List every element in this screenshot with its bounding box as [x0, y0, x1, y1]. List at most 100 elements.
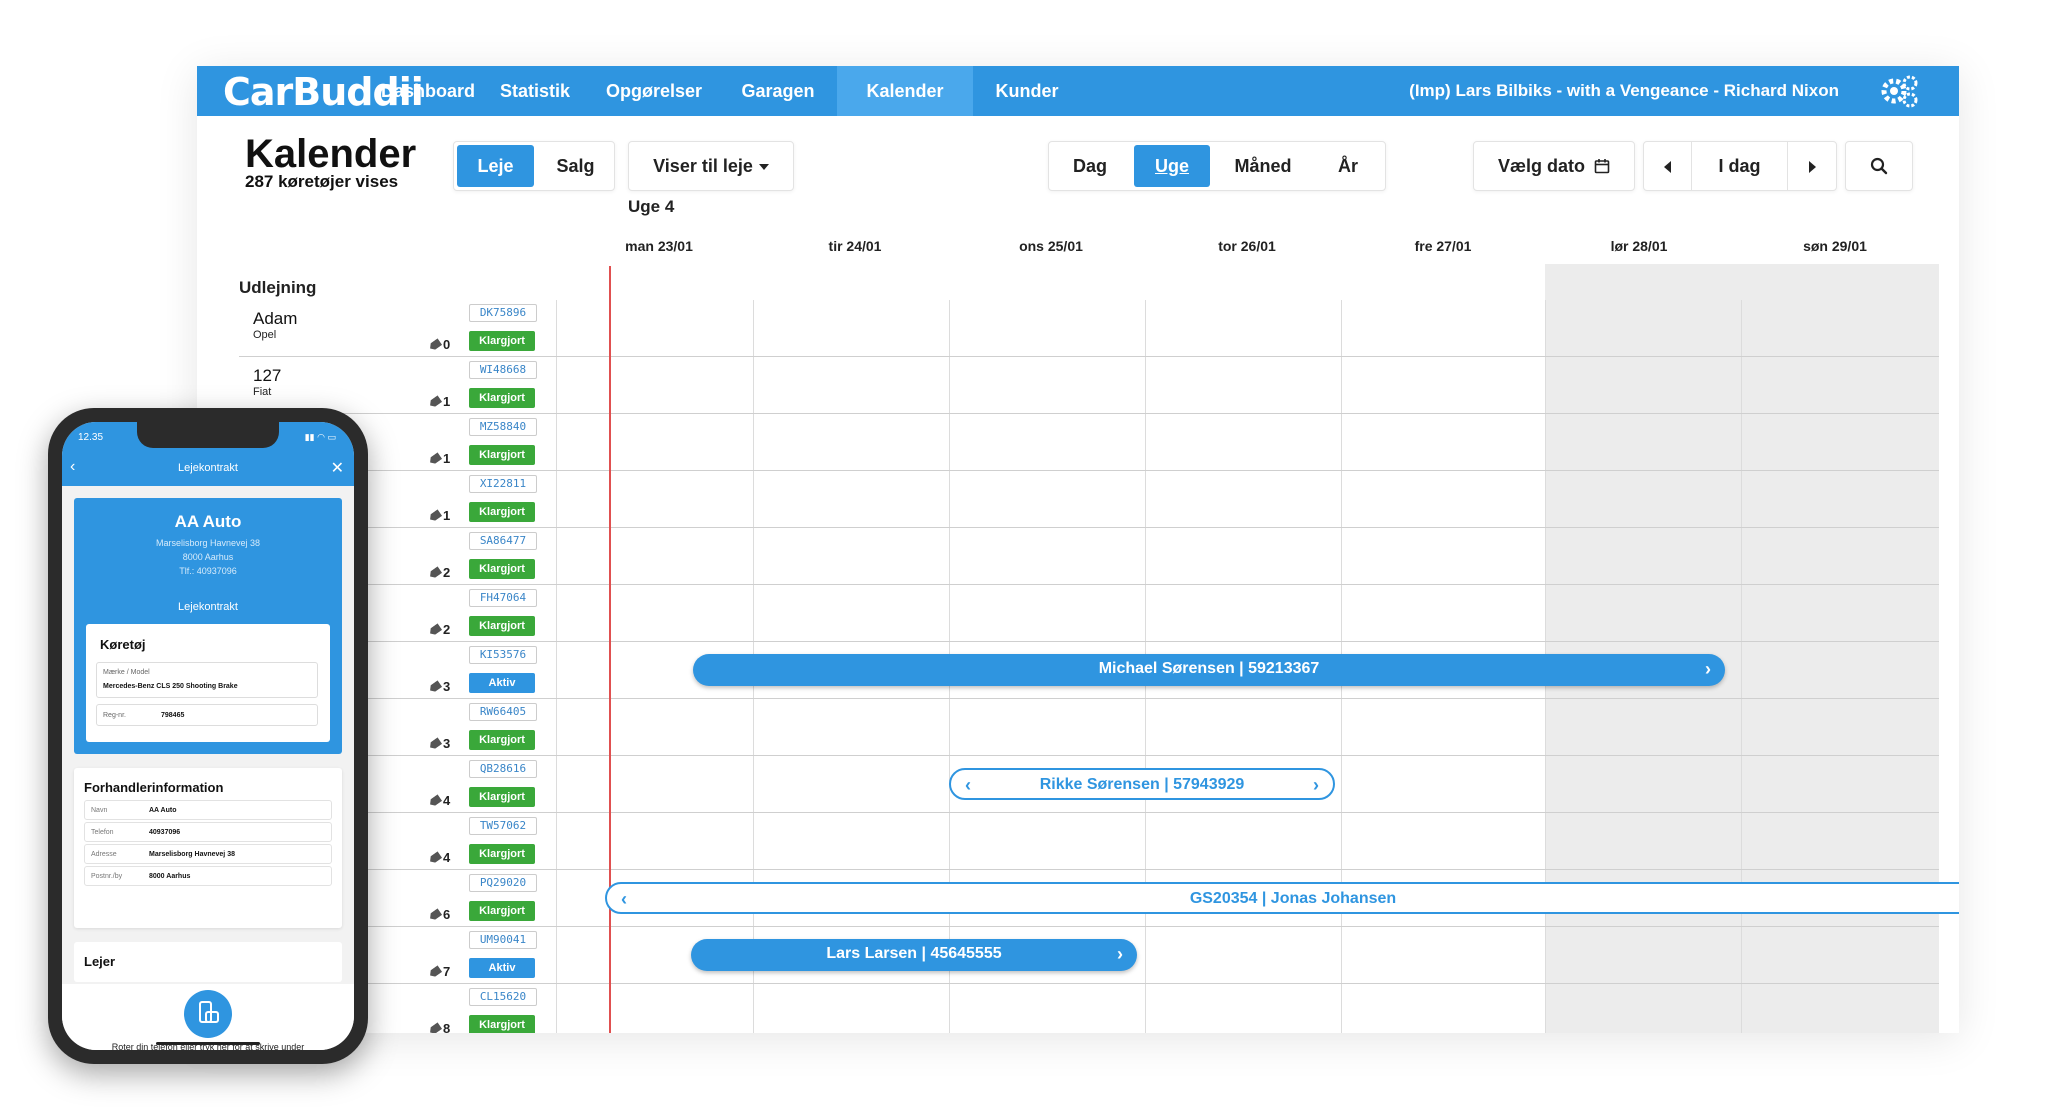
- view-uge-button[interactable]: Uge: [1134, 145, 1210, 187]
- phone-clock: 12.35: [78, 432, 104, 443]
- tenant-card: Lejer: [74, 942, 342, 982]
- pick-date-button[interactable]: Vælg dato: [1473, 141, 1635, 191]
- nav-dashboard[interactable]: Dashboard: [375, 66, 481, 116]
- filter-dropdown[interactable]: Viser til leje: [628, 141, 794, 191]
- search-button[interactable]: [1845, 141, 1913, 191]
- license-plate[interactable]: UM90041: [469, 931, 537, 949]
- status-badge: Klargjort: [469, 388, 535, 408]
- status-badge: Klargjort: [469, 730, 535, 750]
- dealer-info-card: Forhandlerinformation Navn AA Auto Telef…: [74, 768, 342, 928]
- day-header-fri: fre 27/01: [1414, 238, 1472, 254]
- model-value: Mercedes-Benz CLS 250 Shooting Brake: [103, 683, 238, 690]
- tag-icon: [428, 395, 442, 408]
- impersonated-user[interactable]: (Imp) Lars Bilbiks - with a Vengeance - …: [1409, 66, 1839, 116]
- booking-bar[interactable]: Lars Larsen | 45645555 ›: [691, 939, 1137, 971]
- vehicle-row: 2 FH47064 Klargjort: [239, 585, 1939, 642]
- nav-opgorelser[interactable]: Opgørelser: [589, 66, 719, 116]
- chevron-right-icon[interactable]: ›: [1117, 939, 1123, 969]
- chevron-left-icon[interactable]: ‹: [965, 770, 971, 800]
- tag-count-value: 0: [443, 337, 451, 352]
- vehicle-row: 3 RW66405 Klargjort: [239, 699, 1939, 756]
- status-badge: Klargjort: [469, 844, 535, 864]
- status-badge: Klargjort: [469, 445, 535, 465]
- tag-count-value: 8: [443, 1021, 451, 1033]
- status-badge: Klargjort: [469, 901, 535, 921]
- section-label: Udlejning: [239, 278, 317, 297]
- tag-count-value: 3: [443, 736, 451, 751]
- tag-icon: [428, 1022, 442, 1033]
- info-row: Navn AA Auto: [84, 800, 332, 820]
- tag-count-value: 2: [443, 565, 451, 580]
- booking-bar[interactable]: ‹ Rikke Sørensen | 57943929 ›: [949, 768, 1335, 800]
- license-plate[interactable]: FH47064: [469, 589, 537, 607]
- reg-label: Reg-nr.: [103, 712, 126, 719]
- license-plate[interactable]: TW57062: [469, 817, 537, 835]
- tag-count: 1: [429, 508, 450, 523]
- tag-count: 6: [429, 907, 450, 922]
- week-label: Uge 4: [628, 197, 675, 216]
- tag-icon: [428, 452, 442, 465]
- booking-bar[interactable]: Michael Sørensen | 59213367 ›: [693, 654, 1725, 686]
- vehicle-name[interactable]: 127: [253, 366, 281, 386]
- tag-count: 8: [429, 1021, 450, 1033]
- mode-leje-button[interactable]: Leje: [457, 145, 534, 187]
- nav-kalender[interactable]: Kalender: [837, 66, 973, 116]
- status-badge: Klargjort: [469, 787, 535, 807]
- vehicle-row: 127 Fiat 1 WI48668 Klargjort: [239, 357, 1939, 414]
- nav-kunder[interactable]: Kunder: [977, 66, 1077, 116]
- today-button[interactable]: I dag: [1692, 142, 1788, 190]
- rotate-phone-button[interactable]: [184, 990, 232, 1038]
- license-plate[interactable]: DK75896: [469, 304, 537, 322]
- status-badge: Klargjort: [469, 502, 535, 522]
- view-aar-button[interactable]: År: [1313, 142, 1383, 190]
- filter-dropdown-button[interactable]: Viser til leje: [629, 142, 793, 190]
- prev-week-button[interactable]: [1644, 142, 1692, 190]
- chevron-right-icon[interactable]: ›: [1313, 770, 1319, 800]
- view-dag-button[interactable]: Dag: [1049, 142, 1131, 190]
- booking-bar[interactable]: ‹GS20354 | Jonas Johansen›: [605, 882, 1959, 914]
- next-week-button[interactable]: [1788, 142, 1836, 190]
- license-plate[interactable]: SA86477: [469, 532, 537, 550]
- tag-count-value: 4: [443, 850, 451, 865]
- chevron-right-icon[interactable]: ›: [1705, 654, 1711, 684]
- pick-date-inner[interactable]: Vælg dato: [1474, 142, 1634, 190]
- info-value: 40937096: [149, 829, 181, 836]
- license-plate[interactable]: PQ29020: [469, 874, 537, 892]
- tag-count-value: 2: [443, 622, 451, 637]
- license-plate[interactable]: MZ58840: [469, 418, 537, 436]
- mode-salg-button[interactable]: Salg: [537, 142, 614, 190]
- booking-label: Rikke Sørensen | 57943929: [1039, 776, 1245, 793]
- license-plate[interactable]: QB28616: [469, 760, 537, 778]
- day-header-mon: man 23/01: [625, 238, 693, 254]
- license-plate[interactable]: XI22811: [469, 475, 537, 493]
- reg-value: 798465: [161, 712, 185, 719]
- tag-count: 0: [429, 337, 450, 352]
- chevron-left-icon[interactable]: ‹: [621, 884, 627, 914]
- contract-label: Lejekontrakt: [178, 601, 238, 613]
- tag-icon: [428, 338, 442, 351]
- vehicle-name[interactable]: Adam: [253, 309, 297, 329]
- tag-icon: [428, 794, 442, 807]
- close-icon[interactable]: ✕: [331, 458, 344, 478]
- filter-dropdown-label: Viser til leje: [653, 156, 753, 176]
- vehicle-row: 8 CL15620 Klargjort: [239, 984, 1939, 1033]
- license-plate[interactable]: WI48668: [469, 361, 537, 379]
- status-badge: Klargjort: [469, 616, 535, 636]
- license-plate[interactable]: KI53576: [469, 646, 537, 664]
- gears-icon[interactable]: [1879, 73, 1919, 109]
- license-plate[interactable]: RW66405: [469, 703, 537, 721]
- nav-garagen[interactable]: Garagen: [725, 66, 831, 116]
- search-button-inner[interactable]: [1846, 142, 1912, 190]
- tag-icon: [428, 908, 442, 921]
- tag-count: 1: [429, 451, 450, 466]
- nav-statistik[interactable]: Statistik: [487, 66, 583, 116]
- info-key: Telefon: [91, 829, 114, 836]
- info-value: 8000 Aarhus: [149, 873, 191, 880]
- caret-right-icon: [1808, 161, 1816, 174]
- license-plate[interactable]: CL15620: [469, 988, 537, 1006]
- tag-icon: [428, 851, 442, 864]
- view-maaned-button[interactable]: Måned: [1213, 142, 1313, 190]
- caret-down-icon: [758, 164, 769, 171]
- tag-count: 7: [429, 964, 450, 979]
- model-label: Mærke / Model: [103, 669, 150, 676]
